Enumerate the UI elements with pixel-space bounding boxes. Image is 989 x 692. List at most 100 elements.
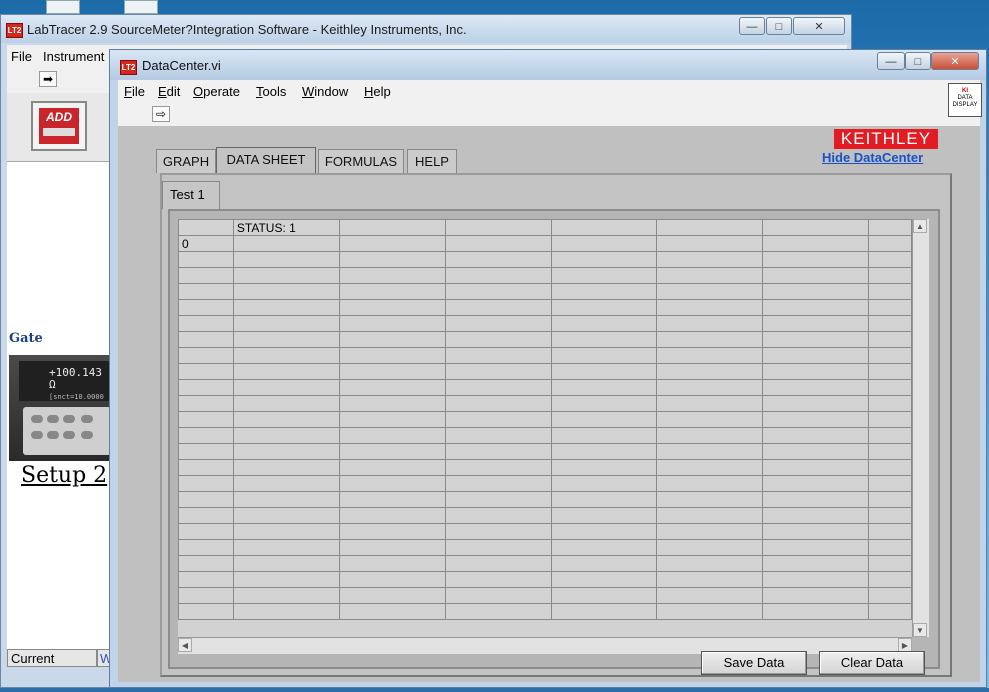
table-cell[interactable] xyxy=(444,603,552,620)
table-cell[interactable] xyxy=(178,539,234,556)
table-cell[interactable] xyxy=(867,555,912,572)
table-cell[interactable] xyxy=(178,491,234,508)
table-cell[interactable] xyxy=(338,539,446,556)
table-cell[interactable] xyxy=(762,331,869,348)
table-cell[interactable] xyxy=(550,427,658,444)
table-cell[interactable] xyxy=(762,587,869,604)
table-cell[interactable] xyxy=(178,283,234,300)
table-cell[interactable] xyxy=(178,379,234,396)
table-cell[interactable] xyxy=(656,299,764,316)
table-cell[interactable] xyxy=(232,251,340,268)
table-cell[interactable] xyxy=(178,459,234,476)
table-cell[interactable] xyxy=(232,283,340,300)
table-cell[interactable] xyxy=(550,315,658,332)
table-cell[interactable] xyxy=(444,219,552,236)
table-cell[interactable] xyxy=(444,379,552,396)
table-cell[interactable] xyxy=(656,507,764,524)
table-cell[interactable] xyxy=(444,571,552,588)
vertical-scrollbar[interactable]: ▲ ▼ xyxy=(912,219,929,637)
table-cell[interactable] xyxy=(867,283,912,300)
table-cell[interactable] xyxy=(232,331,340,348)
table-cell[interactable] xyxy=(867,267,912,284)
table-cell[interactable] xyxy=(656,523,764,540)
table-cell[interactable] xyxy=(550,539,658,556)
table-cell[interactable] xyxy=(178,571,234,588)
table-cell[interactable] xyxy=(656,571,764,588)
table-cell[interactable] xyxy=(232,603,340,620)
table-cell[interactable] xyxy=(444,395,552,412)
table-cell[interactable] xyxy=(867,363,912,380)
table-cell[interactable] xyxy=(444,315,552,332)
table-cell[interactable] xyxy=(444,299,552,316)
table-cell[interactable] xyxy=(338,299,446,316)
table-cell[interactable] xyxy=(232,411,340,428)
menu-file[interactable]: File xyxy=(124,84,145,99)
table-cell[interactable] xyxy=(656,283,764,300)
table-cell[interactable] xyxy=(338,475,446,492)
table-cell[interactable] xyxy=(762,235,869,252)
tab-formulas[interactable]: FORMULAS xyxy=(318,149,404,173)
table-cell[interactable] xyxy=(338,363,446,380)
table-cell[interactable] xyxy=(178,411,234,428)
table-cell[interactable] xyxy=(178,475,234,492)
table-cell[interactable] xyxy=(762,523,869,540)
table-cell[interactable] xyxy=(178,507,234,524)
run-arrow-icon[interactable]: ⇨ xyxy=(152,106,170,122)
table-cell[interactable] xyxy=(762,475,869,492)
table-cell[interactable] xyxy=(338,459,446,476)
desktop-icon[interactable] xyxy=(124,0,158,14)
table-cell[interactable] xyxy=(867,315,912,332)
table-cell[interactable] xyxy=(550,507,658,524)
table-cell[interactable] xyxy=(444,347,552,364)
table-cell[interactable]: STATUS: 1 xyxy=(232,219,340,236)
table-cell[interactable] xyxy=(232,491,340,508)
table-cell[interactable] xyxy=(178,299,234,316)
minimize-button[interactable]: — xyxy=(739,17,765,35)
table-cell[interactable] xyxy=(867,251,912,268)
table-cell[interactable] xyxy=(178,603,234,620)
table-cell[interactable] xyxy=(762,283,869,300)
tab-data-sheet[interactable]: DATA SHEET xyxy=(216,147,316,173)
table-cell[interactable] xyxy=(338,395,446,412)
table-cell[interactable] xyxy=(867,571,912,588)
table-cell[interactable] xyxy=(338,235,446,252)
table-cell[interactable] xyxy=(232,571,340,588)
table-cell[interactable] xyxy=(656,347,764,364)
table-cell[interactable] xyxy=(762,379,869,396)
table-cell[interactable] xyxy=(762,395,869,412)
table-cell[interactable] xyxy=(550,363,658,380)
data-grid[interactable]: STATUS: 10 xyxy=(178,219,912,637)
table-cell[interactable] xyxy=(232,299,340,316)
table-cell[interactable] xyxy=(550,347,658,364)
table-cell[interactable] xyxy=(656,475,764,492)
table-cell[interactable] xyxy=(656,219,764,236)
table-cell[interactable] xyxy=(178,251,234,268)
table-cell[interactable] xyxy=(656,379,764,396)
table-cell[interactable] xyxy=(338,603,446,620)
table-cell[interactable] xyxy=(550,395,658,412)
table-cell[interactable] xyxy=(178,395,234,412)
table-cell[interactable] xyxy=(444,267,552,284)
table-cell[interactable] xyxy=(232,443,340,460)
table-cell[interactable] xyxy=(656,251,764,268)
table-cell[interactable] xyxy=(444,459,552,476)
table-cell[interactable] xyxy=(762,507,869,524)
table-cell[interactable] xyxy=(232,363,340,380)
close-button[interactable]: ✕ xyxy=(793,17,845,35)
table-cell[interactable] xyxy=(656,411,764,428)
table-cell[interactable] xyxy=(656,459,764,476)
table-cell[interactable] xyxy=(762,603,869,620)
table-cell[interactable] xyxy=(762,347,869,364)
table-cell[interactable] xyxy=(338,427,446,444)
table-cell[interactable] xyxy=(232,379,340,396)
tab-current[interactable]: Current xyxy=(7,649,97,667)
table-cell[interactable] xyxy=(232,235,340,252)
table-cell[interactable] xyxy=(232,523,340,540)
table-cell[interactable] xyxy=(232,555,340,572)
table-cell[interactable] xyxy=(656,443,764,460)
scroll-up-icon[interactable]: ▲ xyxy=(913,219,927,233)
table-cell[interactable] xyxy=(656,603,764,620)
sourcemeter-image[interactable]: +100.143 Ω [snct=10.0000 xyxy=(9,355,111,461)
table-cell[interactable] xyxy=(762,315,869,332)
table-cell[interactable] xyxy=(444,363,552,380)
